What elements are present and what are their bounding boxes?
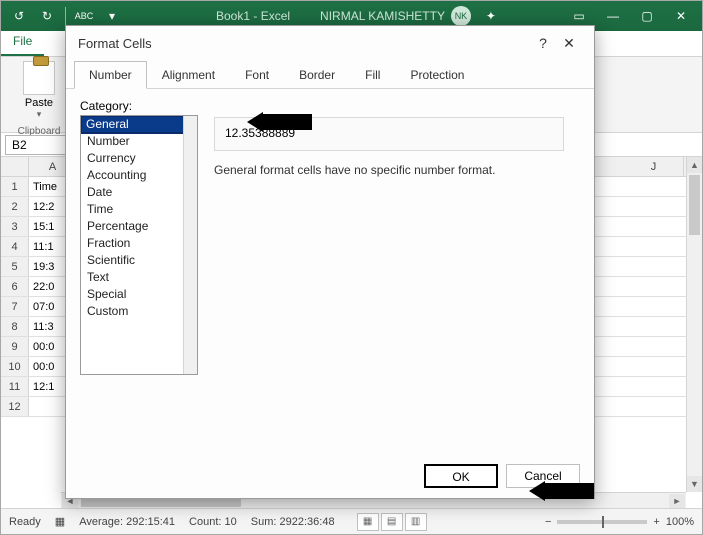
zoom-out-button[interactable]: −	[545, 516, 551, 528]
paste-dropdown[interactable]: ▾	[37, 109, 42, 120]
row-header[interactable]: 2	[1, 197, 29, 216]
zoom-level[interactable]: 100%	[666, 516, 694, 528]
zoom-control: − + 100%	[545, 516, 694, 528]
row-header[interactable]: 11	[1, 377, 29, 396]
page-break-view-button[interactable]: ▥	[405, 513, 427, 531]
vertical-scrollbar[interactable]: ▲ ▼	[686, 157, 702, 492]
separator	[65, 7, 66, 25]
tab-fill[interactable]: Fill	[350, 61, 395, 89]
category-item-general[interactable]: General	[80, 115, 198, 134]
scroll-down-button[interactable]: ▼	[687, 476, 702, 492]
category-list[interactable]: General Number Currency Accounting Date …	[80, 115, 198, 375]
row-header[interactable]: 10	[1, 357, 29, 376]
clipboard-group: Paste ▾ Clipboard	[9, 61, 69, 137]
document-title: Book1 - Excel	[216, 9, 290, 23]
file-tab[interactable]: File	[1, 30, 44, 56]
category-item-number[interactable]: Number	[81, 133, 197, 150]
tab-protection[interactable]: Protection	[395, 61, 479, 89]
category-item-date[interactable]: Date	[81, 184, 197, 201]
status-count: Count: 10	[189, 516, 237, 528]
row-header[interactable]: 9	[1, 337, 29, 356]
status-bar: Ready ▦ Average: 292:15:41 Count: 10 Sum…	[1, 508, 702, 534]
row-header[interactable]: 12	[1, 397, 29, 416]
zoom-in-button[interactable]: +	[653, 516, 659, 528]
tab-number[interactable]: Number	[74, 61, 147, 89]
tab-alignment[interactable]: Alignment	[147, 61, 230, 89]
user-name: NIRMAL KAMISHETTY	[320, 9, 445, 23]
close-window-button[interactable]: ✕	[664, 4, 698, 28]
tab-font[interactable]: Font	[230, 61, 284, 89]
format-description: General format cells have no specific nu…	[214, 163, 495, 177]
redo-button[interactable]: ↻	[34, 4, 60, 28]
accessibility-icon[interactable]: ▦	[55, 515, 65, 528]
category-item-text[interactable]: Text	[81, 269, 197, 286]
scroll-thumb[interactable]	[689, 175, 700, 235]
category-item-custom[interactable]: Custom	[81, 303, 197, 320]
row-header[interactable]: 3	[1, 217, 29, 236]
status-sum: Sum: 2922:36:48	[251, 516, 335, 528]
avatar[interactable]: NK	[451, 6, 471, 26]
scroll-up-button[interactable]: ▲	[687, 157, 702, 173]
undo-button[interactable]: ↺	[6, 4, 32, 28]
annotation-arrow-head	[247, 112, 263, 132]
view-buttons: ▦ ▤ ▥	[357, 513, 427, 531]
excel-window: ↺ ↻ ABC ▾ Book1 - Excel NIRMAL KAMISHETT…	[0, 0, 703, 535]
normal-view-button[interactable]: ▦	[357, 513, 379, 531]
row-header[interactable]: 7	[1, 297, 29, 316]
category-item-accounting[interactable]: Accounting	[81, 167, 197, 184]
category-item-fraction[interactable]: Fraction	[81, 235, 197, 252]
scroll-right-button[interactable]: ►	[669, 494, 685, 508]
category-item-special[interactable]: Special	[81, 286, 197, 303]
row-header[interactable]: 8	[1, 317, 29, 336]
row-header[interactable]: 6	[1, 277, 29, 296]
ok-button[interactable]: OK	[424, 464, 498, 488]
format-cells-dialog: Format Cells ? ✕ Number Alignment Font B…	[65, 25, 595, 499]
category-item-currency[interactable]: Currency	[81, 150, 197, 167]
annotation-arrow-head	[529, 481, 545, 501]
category-item-percentage[interactable]: Percentage	[81, 218, 197, 235]
close-dialog-button[interactable]: ✕	[556, 35, 582, 52]
category-scrollbar[interactable]	[183, 116, 197, 374]
row-header[interactable]: 4	[1, 237, 29, 256]
row-header[interactable]: 1	[1, 177, 29, 196]
status-ready: Ready	[9, 516, 41, 528]
dialog-title: Format Cells	[78, 36, 152, 51]
tab-border[interactable]: Border	[284, 61, 350, 89]
row-header[interactable]: 5	[1, 257, 29, 276]
category-item-time[interactable]: Time	[81, 201, 197, 218]
annotation-arrow	[260, 114, 312, 130]
zoom-slider[interactable]	[557, 520, 647, 524]
annotation-arrow	[542, 483, 594, 499]
select-all-corner[interactable]	[1, 157, 29, 176]
dialog-tabs: Number Alignment Font Border Fill Protec…	[66, 60, 594, 89]
dialog-buttons: OK Cancel	[66, 454, 594, 498]
category-label: Category:	[80, 99, 580, 113]
paste-button[interactable]: Paste	[25, 97, 53, 109]
paste-icon[interactable]	[23, 61, 55, 95]
maximize-button[interactable]: ▢	[630, 4, 664, 28]
dialog-titlebar: Format Cells ? ✕	[66, 26, 594, 60]
minimize-button[interactable]: —	[596, 4, 630, 28]
help-button[interactable]: ?	[530, 35, 556, 51]
status-average: Average: 292:15:41	[79, 516, 175, 528]
dialog-body: Category: General Number Currency Accoun…	[66, 89, 594, 454]
page-layout-view-button[interactable]: ▤	[381, 513, 403, 531]
column-header-j[interactable]: J	[624, 157, 684, 176]
category-item-scientific[interactable]: Scientific	[81, 252, 197, 269]
